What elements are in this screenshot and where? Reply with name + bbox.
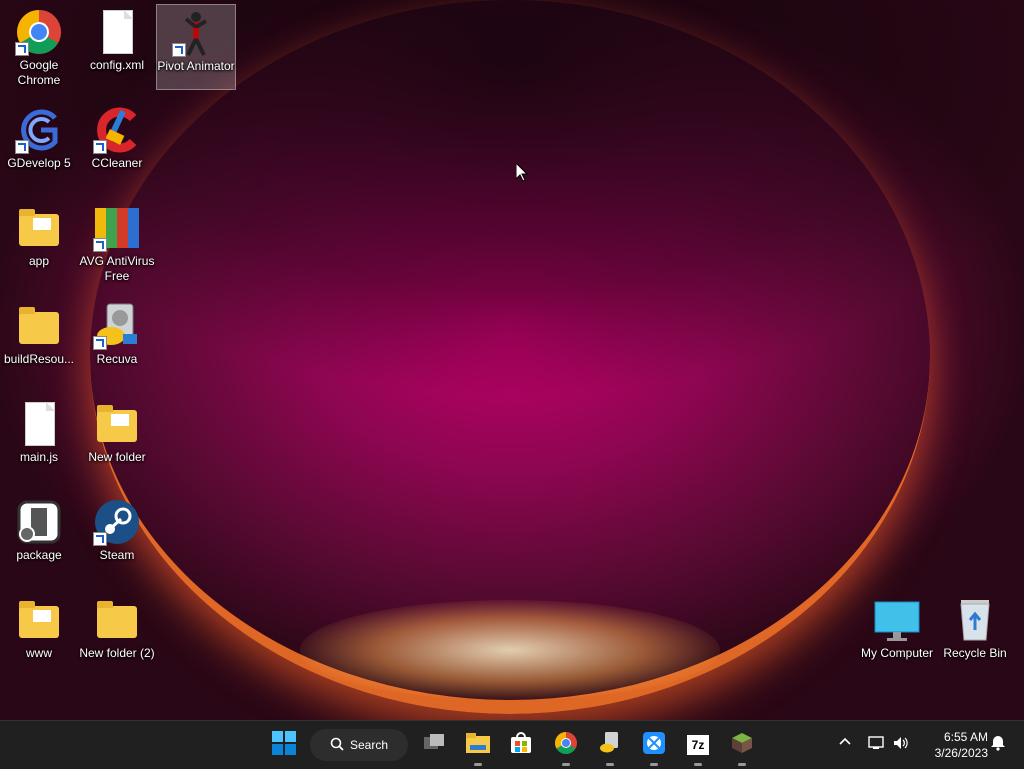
chrome-icon	[15, 8, 63, 56]
pivot-animator-icon	[172, 9, 220, 57]
monitor-icon	[873, 596, 921, 644]
desktop-icon-label: app	[28, 254, 50, 268]
volume-icon[interactable]	[892, 735, 910, 755]
steam-icon	[93, 498, 141, 546]
desktop[interactable]: Google Chrome config.xml Pivot Animator …	[0, 0, 1024, 720]
taskbar-search-button[interactable]: Search	[310, 729, 408, 761]
start-icon	[272, 731, 296, 759]
desktop-icon-avg-antivirus[interactable]: AVG AntiVirus Free	[78, 200, 156, 284]
desktop-icon-label: www	[26, 646, 52, 660]
taskbar-7zip[interactable]: 7z	[682, 729, 714, 766]
desktop-icon-steam[interactable]: Steam	[78, 494, 156, 563]
desktop-icon-label: My Computer	[860, 646, 934, 660]
desktop-icon-label: main.js	[19, 450, 58, 464]
start-button[interactable]	[268, 729, 300, 761]
desktop-icon-label: config.xml	[89, 58, 145, 72]
system-clock[interactable]: 6:55 AM 3/26/2023	[918, 729, 988, 761]
recuva-icon	[93, 302, 141, 350]
desktop-icon-label: buildResou...	[3, 352, 75, 366]
desktop-icon-label: Recuva	[96, 352, 138, 366]
package-icon	[15, 498, 63, 546]
desktop-icon-package[interactable]: package	[0, 494, 78, 563]
xbox-icon	[642, 731, 666, 759]
desktop-icon-pivot-animator[interactable]: Pivot Animator	[156, 4, 236, 90]
gdevelop-icon	[15, 106, 63, 154]
desktop-icon-app-folder[interactable]: app	[0, 200, 78, 269]
clock-date: 3/26/2023	[934, 746, 988, 760]
desktop-icon-label: CCleaner	[91, 156, 143, 170]
taskbar-file-explorer[interactable]	[462, 729, 494, 766]
recycle-bin-icon	[951, 596, 999, 644]
desktop-icon-recycle-bin[interactable]: Recycle Bin	[936, 592, 1014, 661]
desktop-icon-label: Google Chrome	[17, 58, 61, 87]
desktop-icon-label: AVG AntiVirus Free	[79, 254, 155, 283]
microsoft-store-icon	[509, 731, 533, 759]
folder-icon	[93, 400, 141, 448]
xml-file-icon	[93, 8, 141, 56]
minecraft-icon	[730, 731, 754, 759]
folder-icon	[15, 596, 63, 644]
search-icon	[330, 737, 344, 754]
folder-icon	[15, 204, 63, 252]
desktop-icon-www-folder[interactable]: www	[0, 592, 78, 661]
desktop-icon-recuva[interactable]: Recuva	[78, 298, 156, 367]
desktop-icon-my-computer[interactable]: My Computer	[858, 592, 936, 661]
desktop-icon-new-folder-2[interactable]: New folder (2)	[78, 592, 156, 661]
desktop-icon-gdevelop[interactable]: GDevelop 5	[0, 102, 78, 171]
folder-icon	[93, 596, 141, 644]
folder-icon	[15, 302, 63, 350]
file-explorer-icon	[465, 731, 491, 759]
desktop-icon-label: Recycle Bin	[943, 646, 1007, 660]
taskbar-recuva[interactable]	[594, 729, 626, 766]
wallpaper-glow-center	[300, 600, 720, 700]
taskbar-chrome[interactable]	[550, 729, 582, 766]
taskbar-microsoft-store[interactable]	[505, 729, 537, 761]
task-view-button[interactable]	[418, 729, 450, 761]
show-hidden-icons-chevron-icon[interactable]	[838, 735, 852, 753]
desktop-icon-google-chrome[interactable]: Google Chrome	[0, 4, 78, 88]
desktop-icon-main-js[interactable]: main.js	[0, 396, 78, 465]
desktop-icon-label: package	[16, 548, 62, 562]
desktop-icon-label: Steam	[99, 548, 135, 562]
desktop-icon-ccleaner[interactable]: CCleaner	[78, 102, 156, 171]
desktop-icon-buildresources-folder[interactable]: buildResou...	[0, 298, 78, 367]
search-label: Search	[349, 738, 389, 752]
desktop-icon-label: New folder	[88, 450, 146, 464]
avg-icon	[93, 204, 141, 252]
clock-time: 6:55 AM	[943, 730, 988, 744]
7zip-icon: 7z	[687, 735, 709, 755]
ccleaner-icon	[93, 106, 141, 154]
desktop-icon-new-folder[interactable]: New folder	[78, 396, 156, 465]
taskbar-xbox[interactable]	[638, 729, 670, 766]
taskbar: Search 7z 6:55 AM 3/26/2023	[0, 720, 1024, 769]
network-icon[interactable]	[868, 735, 886, 755]
mouse-cursor	[515, 161, 529, 186]
recuva-icon	[598, 731, 622, 759]
desktop-icon-label: Pivot Animator	[157, 59, 235, 73]
notification-bell-icon[interactable]	[990, 735, 1006, 755]
taskbar-minecraft[interactable]	[726, 729, 758, 766]
task-view-icon	[422, 731, 446, 759]
desktop-icon-config-xml[interactable]: config.xml	[78, 4, 156, 73]
desktop-icon-label: GDevelop 5	[7, 156, 71, 170]
desktop-icon-label: New folder (2)	[79, 646, 155, 660]
chrome-icon	[554, 731, 578, 759]
js-file-icon	[15, 400, 63, 448]
